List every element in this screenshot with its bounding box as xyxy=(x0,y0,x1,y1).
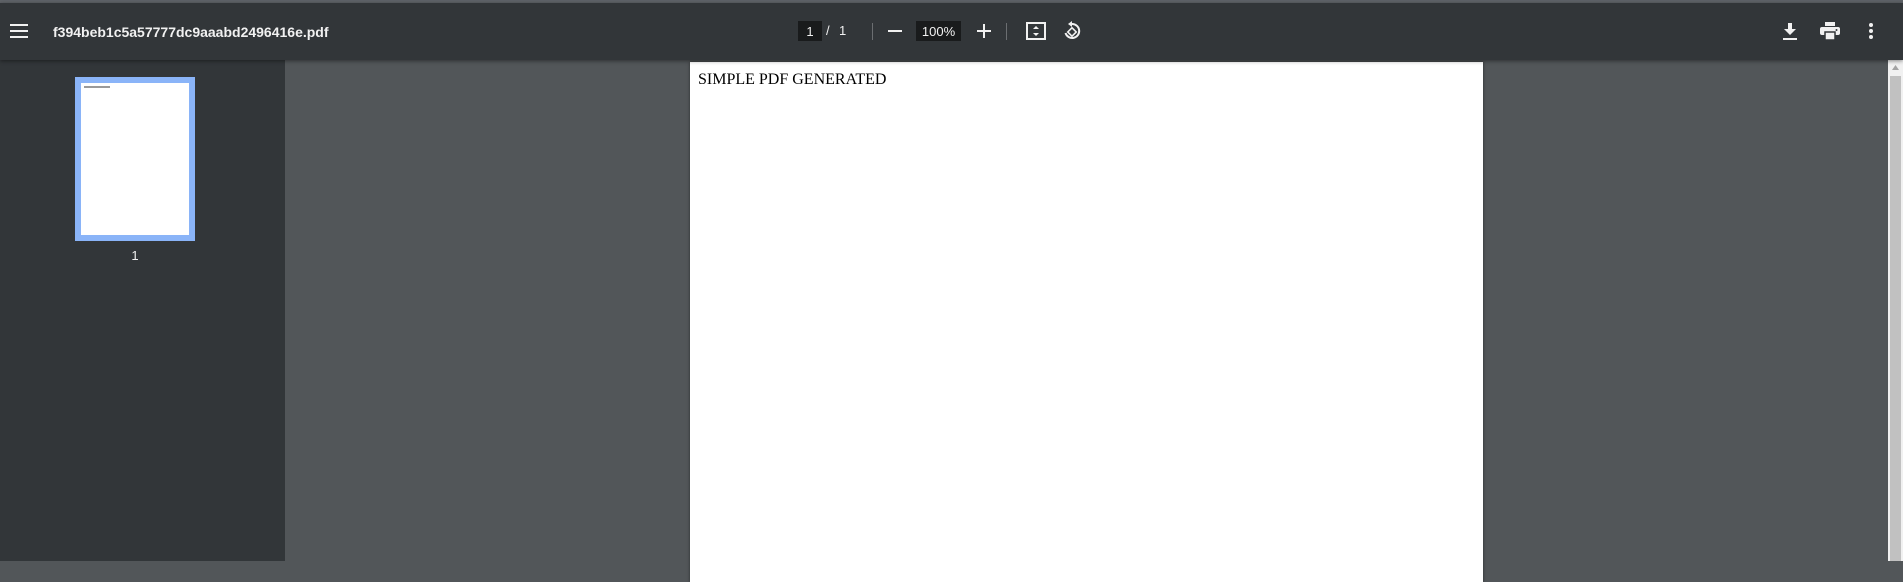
scroll-up-arrow-icon[interactable] xyxy=(1888,60,1903,75)
pdf-toolbar: f394beb1c5a57777dc9aaabd2496416e.pdf / 1 xyxy=(0,3,1903,60)
vertical-scrollbar[interactable] xyxy=(1888,60,1903,561)
zoom-in-button[interactable] xyxy=(966,13,1002,49)
fit-to-page-button[interactable] xyxy=(1018,13,1054,49)
rotate-button[interactable] xyxy=(1054,13,1090,49)
thumbnail-page-preview xyxy=(81,83,189,235)
minus-icon xyxy=(888,24,902,38)
page-text: SIMPLE PDF GENERATED xyxy=(698,71,887,88)
print-icon xyxy=(1820,22,1840,40)
thumbnail-page-number: 1 xyxy=(131,248,139,263)
document-viewer[interactable]: SIMPLE PDF GENERATED xyxy=(285,60,1903,582)
print-button[interactable] xyxy=(1812,13,1848,49)
toolbar-divider xyxy=(872,23,873,40)
rotate-counterclockwise-icon xyxy=(1062,21,1082,41)
total-pages: 1 xyxy=(839,23,847,38)
toolbar-divider xyxy=(1006,23,1007,40)
menu-icon xyxy=(10,24,28,38)
pdf-page: SIMPLE PDF GENERATED xyxy=(690,62,1483,582)
scrollbar-thumb[interactable] xyxy=(1890,76,1901,561)
page-thumbnail[interactable] xyxy=(75,77,195,241)
thumbnail-text-line xyxy=(84,86,110,88)
more-vert-icon xyxy=(1869,23,1873,39)
zoom-out-button[interactable] xyxy=(877,13,913,49)
document-title: f394beb1c5a57777dc9aaabd2496416e.pdf xyxy=(53,23,329,40)
download-icon xyxy=(1783,22,1797,40)
page-number-input[interactable] xyxy=(798,21,822,41)
plus-icon xyxy=(977,24,991,38)
zoom-input[interactable] xyxy=(916,21,961,41)
fit-to-page-icon xyxy=(1026,22,1046,40)
thumbnail-sidebar: 1 xyxy=(0,60,285,561)
more-actions-button[interactable] xyxy=(1853,13,1889,49)
menu-button[interactable] xyxy=(1,13,37,49)
page-separator: / xyxy=(826,23,830,38)
download-button[interactable] xyxy=(1772,13,1808,49)
